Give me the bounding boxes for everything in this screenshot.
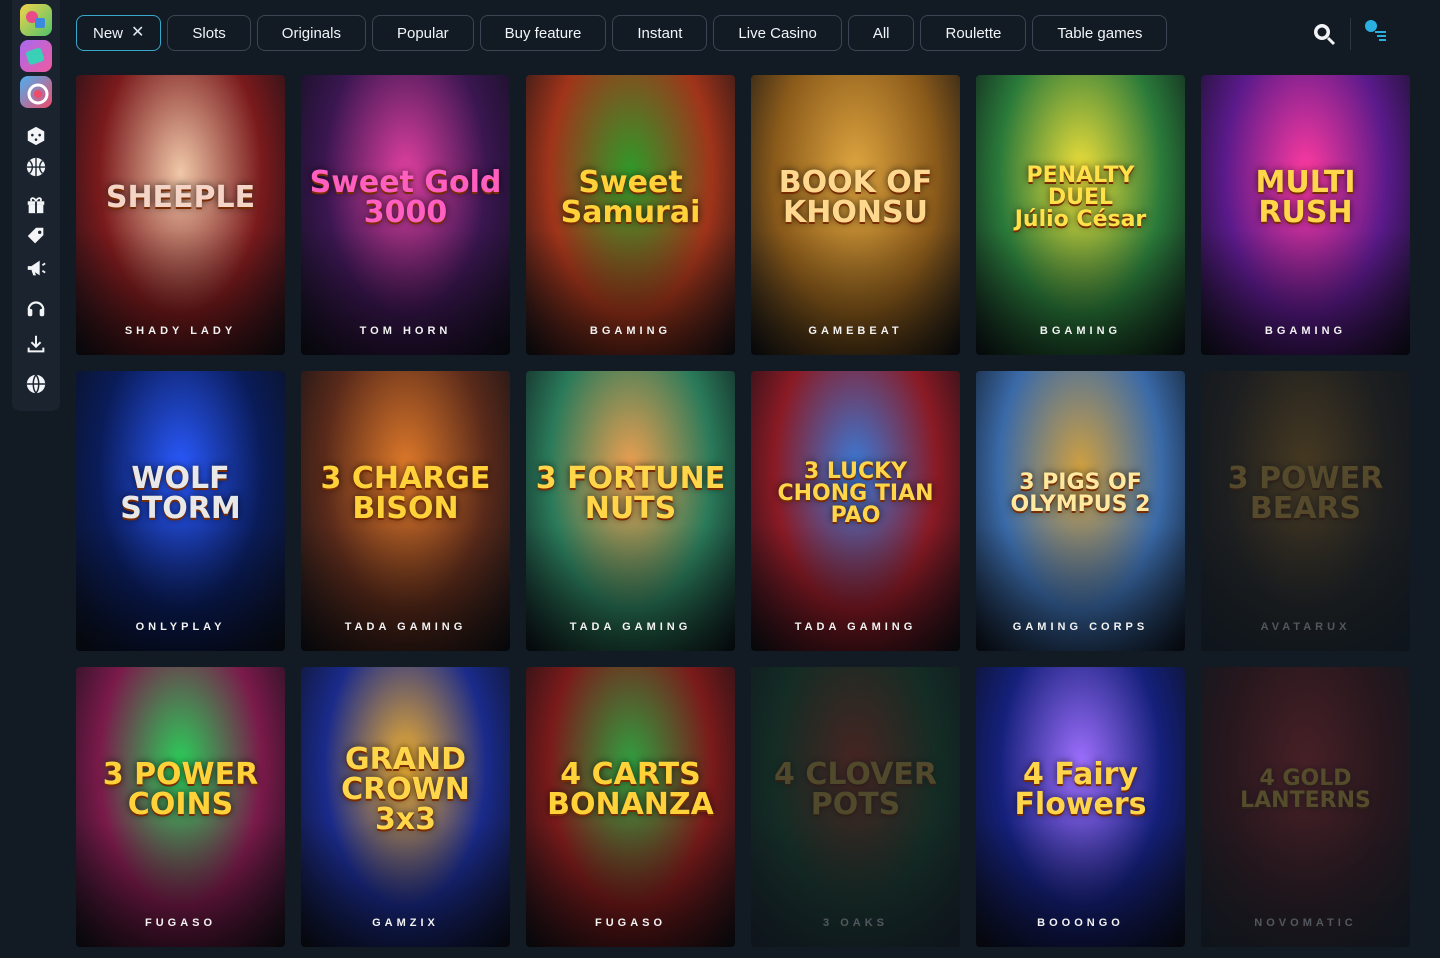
- lottery-app-icon[interactable]: [20, 76, 52, 108]
- game-title: 3 FORTUNE NUTS: [535, 461, 726, 527]
- game-provider: TADA GAMING: [569, 621, 692, 633]
- sidebar: [12, 0, 60, 411]
- game-title: WOLF STORM: [120, 461, 241, 527]
- game-provider: FUGASO: [594, 917, 667, 929]
- game-provider: BGAMING: [1039, 325, 1122, 337]
- megaphone-icon[interactable]: [24, 256, 48, 280]
- game-provider: GAMEBEAT: [808, 325, 903, 337]
- filter-chip-originals[interactable]: Originals: [256, 15, 366, 51]
- game-card[interactable]: WOLF STORM ONLYPLAY: [76, 371, 285, 651]
- card-overlay: [1201, 667, 1410, 947]
- game-title: PENALTY DUEL Júlio César: [1014, 163, 1147, 233]
- search-icon[interactable]: [1312, 22, 1336, 46]
- game-card[interactable]: 3 POWER COINS FUGASO: [76, 667, 285, 947]
- filter-chip-label: Slots: [192, 24, 226, 42]
- game-card[interactable]: 4 Fairy Flowers BOOONGO: [976, 667, 1185, 947]
- game-provider: GAMZIX: [372, 917, 439, 929]
- filter-chip-popular[interactable]: Popular: [371, 15, 474, 51]
- game-title: SHEEPLE: [105, 180, 256, 216]
- filter-chip-buy-feature[interactable]: Buy feature: [479, 15, 607, 51]
- game-card[interactable]: 3 POWER BEARSAVATARUX: [1201, 371, 1410, 651]
- filter-chip-label: Originals: [281, 24, 341, 42]
- game-card[interactable]: MULTI RUSH BGAMING: [1201, 75, 1410, 355]
- header-divider: [1350, 18, 1351, 50]
- filter-chip-label: All: [872, 24, 890, 42]
- game-title: 3 CHARGE BISON: [320, 461, 491, 527]
- game-provider: BGAMING: [1264, 325, 1347, 337]
- game-card[interactable]: 4 CLOVER POTS3 OAKS: [751, 667, 960, 947]
- filter-chip-label: New: [93, 24, 124, 42]
- filter-chip-label: Live Casino: [738, 24, 817, 42]
- game-provider: FUGASO: [144, 917, 217, 929]
- basketball-icon[interactable]: [24, 155, 48, 179]
- globe-icon[interactable]: [24, 372, 48, 396]
- close-icon[interactable]: ✕: [131, 25, 144, 41]
- sport-app-icon[interactable]: [20, 40, 52, 72]
- game-card[interactable]: 3 CHARGE BISON TADA GAMING: [301, 371, 510, 651]
- game-provider: BGAMING: [589, 325, 672, 337]
- tag-icon[interactable]: [24, 224, 48, 248]
- game-grid: SHEEPLE SHADY LADY Sweet Gold 3000 TOM HORN…: [76, 75, 1410, 947]
- card-overlay: [1201, 371, 1410, 651]
- game-title: GRAND CROWN 3x3: [341, 742, 470, 838]
- game-card[interactable]: 4 CARTS BONANZA FUGASO: [526, 667, 735, 947]
- filter-chip-label: Buy feature: [504, 24, 582, 42]
- gift-icon[interactable]: [24, 192, 48, 216]
- game-card[interactable]: 3 LUCKY CHONG TIAN PAO TADA GAMING: [751, 371, 960, 651]
- filter-chip-roulette[interactable]: Roulette: [920, 15, 1027, 51]
- game-provider: TADA GAMING: [794, 621, 917, 633]
- game-title: 3 PIGS OF OLYMPUS 2: [1010, 470, 1151, 518]
- game-card[interactable]: SHEEPLE SHADY LADY: [76, 75, 285, 355]
- game-card[interactable]: BOOK OF KHONSU GAMEBEAT: [751, 75, 960, 355]
- game-provider: TOM HORN: [359, 325, 452, 337]
- filter-chip-label: Popular: [396, 24, 449, 42]
- game-title: MULTI RUSH: [1255, 165, 1356, 231]
- game-provider: BOOONGO: [1037, 917, 1124, 929]
- game-card[interactable]: PENALTY DUEL Júlio César BGAMING: [976, 75, 1185, 355]
- dice-icon[interactable]: [24, 124, 48, 148]
- category-filter-bar: New ✕ Slots Originals Popular Buy featur…: [76, 15, 1168, 51]
- game-provider: TADA GAMING: [344, 621, 467, 633]
- game-provider: SHADY LADY: [124, 325, 237, 337]
- headphones-icon[interactable]: [24, 296, 48, 320]
- game-card[interactable]: 3 PIGS OF OLYMPUS 2 GAMING CORPS: [976, 371, 1185, 651]
- filter-chip-table-games[interactable]: Table games: [1032, 15, 1168, 51]
- game-card[interactable]: GRAND CROWN 3x3 GAMZIX: [301, 667, 510, 947]
- filter-chip-label: Roulette: [945, 24, 1002, 42]
- game-card[interactable]: 4 GOLD LANTERNSNOVOMATIC: [1201, 667, 1410, 947]
- game-card[interactable]: 3 FORTUNE NUTS TADA GAMING: [526, 371, 735, 651]
- game-card[interactable]: Sweet Gold 3000 TOM HORN: [301, 75, 510, 355]
- casino-app-icon[interactable]: [20, 4, 52, 36]
- game-title: 3 LUCKY CHONG TIAN PAO: [777, 459, 934, 529]
- filter-chip-slots[interactable]: Slots: [167, 15, 251, 51]
- game-provider: GAMING CORPS: [1012, 621, 1149, 633]
- game-title: Sweet Gold 3000: [309, 165, 502, 231]
- game-title: 3 POWER COINS: [102, 757, 259, 823]
- filter-chip-new[interactable]: New ✕: [76, 15, 162, 51]
- game-title: 4 Fairy Flowers: [1014, 757, 1147, 823]
- download-icon[interactable]: [24, 332, 48, 356]
- game-provider: ONLYPLAY: [135, 621, 226, 633]
- filter-chip-label: Instant: [637, 24, 683, 42]
- game-card[interactable]: Sweet Samurai BGAMING: [526, 75, 735, 355]
- game-title: BOOK OF KHONSU: [778, 165, 933, 231]
- profile-icon[interactable]: [1362, 18, 1388, 44]
- filter-chip-instant[interactable]: Instant: [612, 15, 708, 51]
- card-overlay: [751, 667, 960, 947]
- game-title: Sweet Samurai: [560, 165, 701, 231]
- filter-chip-label: Table games: [1057, 24, 1143, 42]
- filter-chip-live-casino[interactable]: Live Casino: [713, 15, 842, 51]
- game-title: 4 CARTS BONANZA: [547, 757, 714, 823]
- filter-chip-all[interactable]: All: [847, 15, 915, 51]
